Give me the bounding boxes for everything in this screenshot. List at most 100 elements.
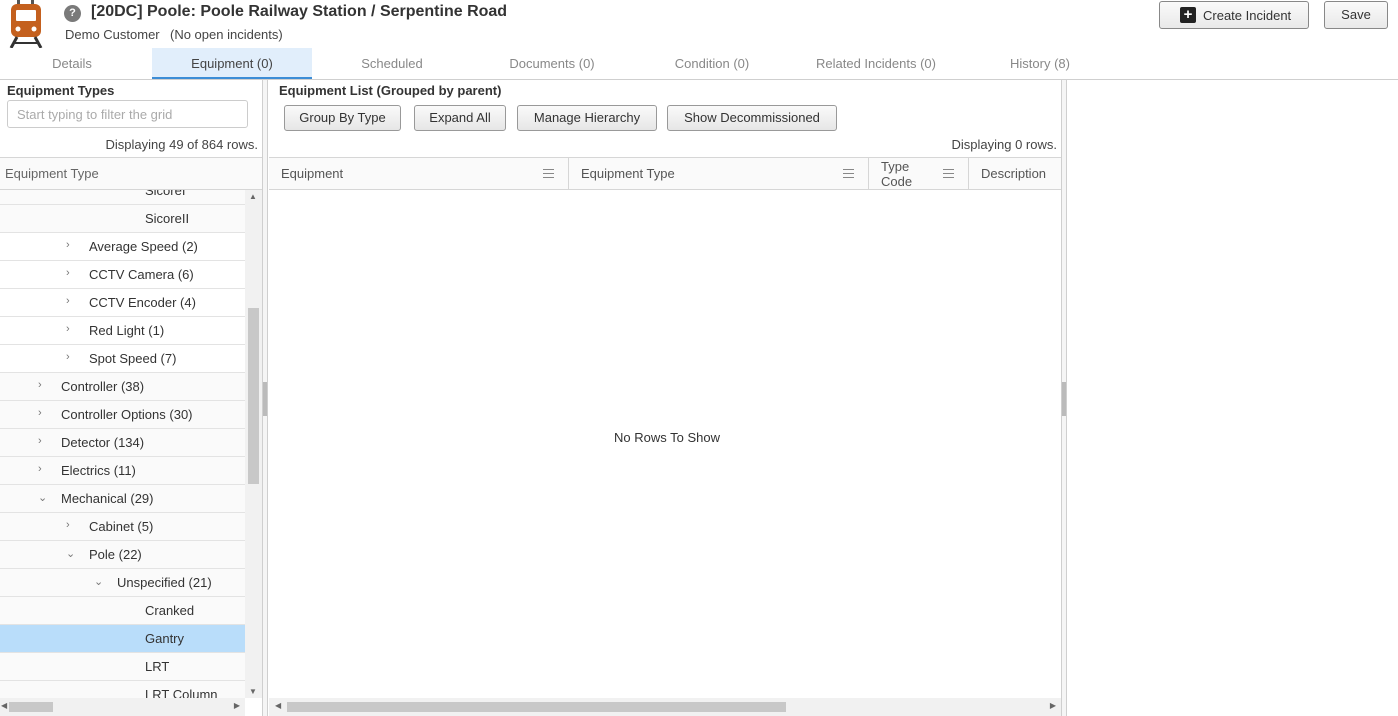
tree-row[interactable]: SicoreII: [0, 205, 245, 233]
tree-row-label: Cranked: [145, 603, 195, 618]
equipment-list-title: Equipment List (Grouped by parent): [279, 83, 502, 98]
tree-row-label: Red Light (1): [89, 323, 165, 338]
tree-row[interactable]: LRT Column: [0, 681, 245, 698]
tab-documents[interactable]: Documents (0): [494, 48, 610, 79]
splitter-grip-icon[interactable]: [263, 382, 267, 416]
tab-condition[interactable]: Condition (0): [658, 48, 766, 79]
equipment-type-grid-column-label: Equipment Type: [581, 166, 675, 181]
column-menu-icon[interactable]: [543, 169, 554, 178]
tree-row[interactable]: › CCTV Encoder (4): [0, 289, 245, 317]
equipment-type-column-label: Equipment Type: [5, 166, 99, 181]
open-incidents-status: (No open incidents): [170, 27, 283, 42]
tree-row[interactable]: › Electrics (11): [0, 457, 245, 485]
column-menu-icon[interactable]: [943, 169, 954, 178]
equipment-grid-body: No Rows To Show: [269, 190, 1061, 698]
chevron-right-icon[interactable]: ›: [38, 435, 48, 447]
tree-row-label: SicoreI: [145, 190, 186, 198]
tree-row[interactable]: Cranked: [0, 597, 245, 625]
chevron-right-icon[interactable]: ›: [66, 295, 76, 307]
save-button[interactable]: Save: [1324, 1, 1388, 29]
create-incident-button[interactable]: + Create Incident: [1159, 1, 1309, 29]
chevron-right-icon[interactable]: ›: [66, 323, 76, 335]
equipment-list-row-count: Displaying 0 rows.: [951, 137, 1058, 152]
tree-row[interactable]: › Spot Speed (7): [0, 345, 245, 373]
left-panel-splitter[interactable]: [262, 80, 268, 716]
equipment-grid-header: Equipment Equipment Type Type Code Descr…: [269, 157, 1061, 190]
scroll-down-icon[interactable]: ▼: [249, 687, 257, 696]
create-incident-label: Create Incident: [1203, 7, 1292, 23]
scroll-right-icon[interactable]: ▶: [234, 701, 240, 710]
equipment-type-filter-input[interactable]: [7, 100, 248, 128]
help-icon[interactable]: ?: [64, 5, 81, 22]
tree-row-label: SicoreII: [145, 211, 190, 226]
right-panel-splitter[interactable]: [1061, 80, 1067, 716]
tree-row-label: Electrics (11): [61, 463, 136, 478]
tree-row[interactable]: ⌄ Mechanical (29): [0, 485, 245, 513]
chevron-down-icon[interactable]: ⌄: [94, 575, 104, 588]
chevron-down-icon[interactable]: ⌄: [66, 547, 76, 560]
type-code-label-line1: Type: [881, 159, 910, 174]
tree-row-label: CCTV Camera (6): [89, 267, 194, 282]
description-column-header[interactable]: Description: [969, 158, 1061, 189]
scroll-left-icon[interactable]: ◀: [1, 701, 7, 710]
chevron-right-icon[interactable]: ›: [66, 267, 76, 279]
tree-row[interactable]: › Detector (134): [0, 429, 245, 457]
type-code-column-header[interactable]: Type Code: [869, 158, 969, 189]
chevron-right-icon[interactable]: ›: [66, 239, 76, 251]
chevron-right-icon[interactable]: ›: [66, 519, 76, 531]
equipment-column-label: Equipment: [281, 166, 344, 181]
tab-details[interactable]: Details: [30, 48, 114, 79]
show-decommissioned-button[interactable]: Show Decommissioned: [667, 105, 837, 131]
expand-all-button[interactable]: Expand All: [414, 105, 506, 131]
chevron-right-icon[interactable]: ›: [38, 407, 48, 419]
tree-scroll-thumb[interactable]: [248, 308, 259, 484]
tree-row[interactable]: LRT: [0, 653, 245, 681]
equipment-column-header[interactable]: Equipment: [269, 158, 569, 189]
scroll-left-icon[interactable]: ◀: [275, 701, 281, 710]
equipment-types-title: Equipment Types: [7, 83, 115, 98]
tree-row-label: Gantry: [145, 631, 185, 646]
group-by-type-button[interactable]: Group By Type: [284, 105, 401, 131]
tab-scheduled[interactable]: Scheduled: [340, 48, 444, 79]
tree-vertical-scrollbar[interactable]: ▲ ▼: [245, 190, 262, 698]
scroll-up-icon[interactable]: ▲: [249, 192, 257, 201]
tree-row[interactable]: Gantry: [0, 625, 245, 653]
tab-bar: Details Equipment (0) Scheduled Document…: [0, 48, 1398, 80]
grid-horizontal-scrollbar[interactable]: ◀ ▶: [269, 698, 1061, 716]
chevron-right-icon[interactable]: ›: [38, 379, 48, 391]
tree-row[interactable]: ⌄ Unspecified (21): [0, 569, 245, 597]
type-code-label-line2: Code: [881, 174, 913, 189]
chevron-right-icon[interactable]: ›: [66, 351, 76, 363]
tree-row[interactable]: › Controller (38): [0, 373, 245, 401]
tree-horizontal-scrollbar[interactable]: ◀ ▶: [0, 698, 245, 716]
no-rows-message: No Rows To Show: [614, 430, 720, 445]
chevron-down-icon[interactable]: ⌄: [38, 491, 48, 504]
tree-row[interactable]: › Red Light (1): [0, 317, 245, 345]
equipment-types-row-count: Displaying 49 of 864 rows.: [105, 137, 258, 152]
tree-row-label: Spot Speed (7): [89, 351, 177, 366]
grid-hscroll-thumb[interactable]: [287, 702, 786, 712]
tree-row-label: Pole (22): [89, 547, 142, 562]
equipment-type-tree: SicoreI SicoreII › Average Speed (2) › CCTV C…: [0, 190, 245, 698]
tree-row-label: Controller Options (30): [61, 407, 193, 422]
tree-row[interactable]: › Average Speed (2): [0, 233, 245, 261]
column-menu-icon[interactable]: [843, 169, 854, 178]
tree-row-label: LRT Column: [145, 687, 218, 698]
tree-row[interactable]: › CCTV Camera (6): [0, 261, 245, 289]
scroll-right-icon[interactable]: ▶: [1050, 701, 1056, 710]
tab-history[interactable]: History (8): [996, 48, 1084, 79]
tree-row-label: Detector (134): [61, 435, 145, 450]
tree-hscroll-thumb[interactable]: [9, 702, 53, 712]
description-column-label: Description: [981, 166, 1047, 181]
tree-row[interactable]: › Cabinet (5): [0, 513, 245, 541]
equipment-type-column-header[interactable]: Equipment Type: [0, 157, 262, 190]
tab-equipment[interactable]: Equipment (0): [152, 48, 312, 79]
tab-related-incidents[interactable]: Related Incidents (0): [806, 48, 946, 79]
splitter-grip-icon[interactable]: [1062, 382, 1066, 416]
chevron-right-icon[interactable]: ›: [38, 463, 48, 475]
manage-hierarchy-button[interactable]: Manage Hierarchy: [517, 105, 657, 131]
tree-row[interactable]: ⌄ Pole (22): [0, 541, 245, 569]
equipment-type-grid-column-header[interactable]: Equipment Type: [569, 158, 869, 189]
tree-row[interactable]: SicoreI: [0, 190, 245, 205]
tree-row[interactable]: › Controller Options (30): [0, 401, 245, 429]
